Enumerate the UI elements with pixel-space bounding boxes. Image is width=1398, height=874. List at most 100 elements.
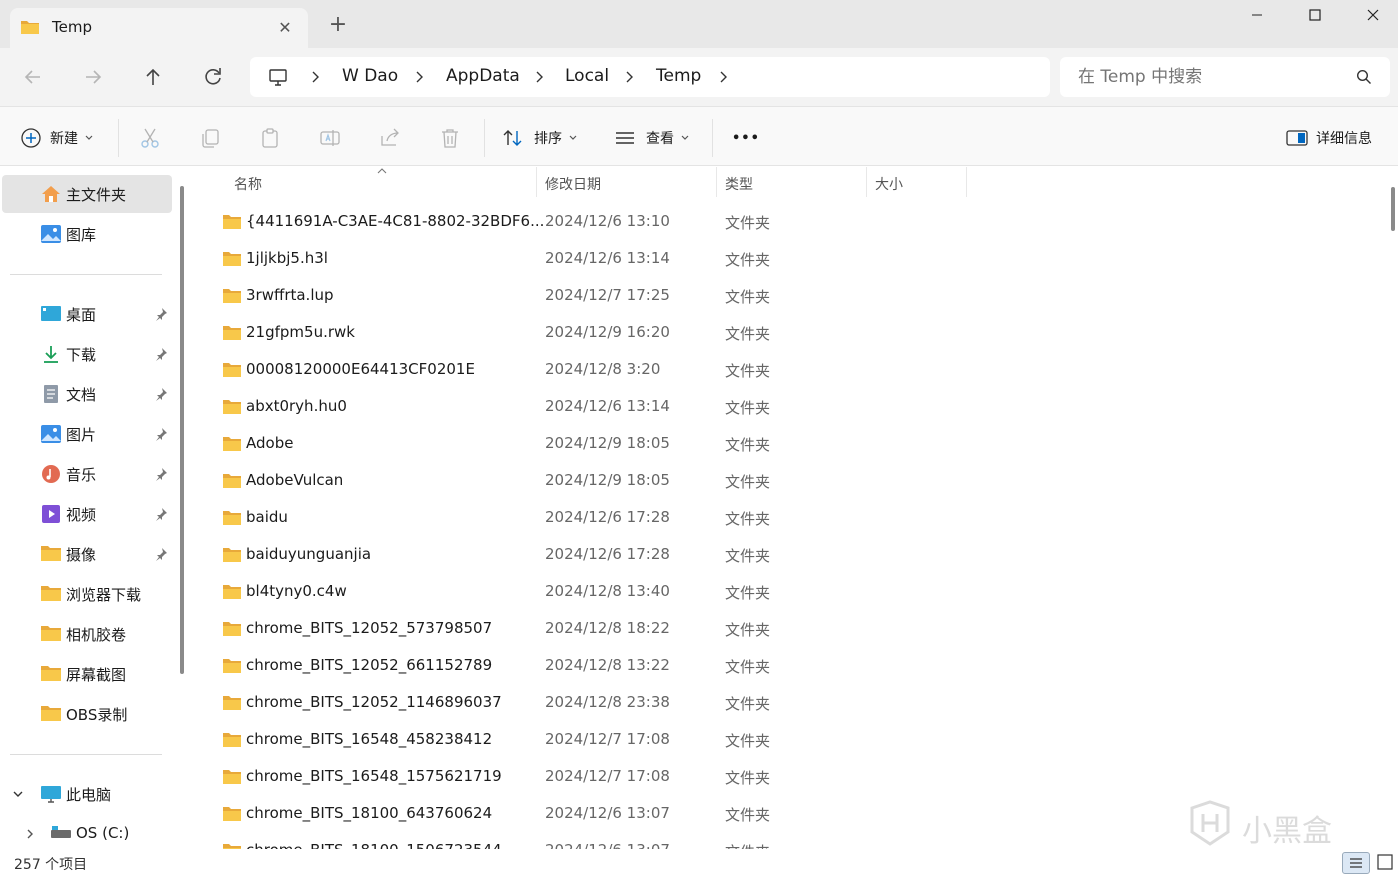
table-row[interactable]: 1jljkbj5.h3l 2024/12/6 13:14 文件夹 [192, 240, 1382, 277]
table-row[interactable]: chrome_BITS_12052_1146896037 2024/12/8 23… [192, 684, 1382, 721]
table-row[interactable]: chrome_BITS_16548_1575621719 2024/12/7 17… [192, 758, 1382, 795]
refresh-icon[interactable] [200, 64, 226, 90]
breadcrumb-local[interactable]: Local [565, 66, 609, 86]
more-options-button[interactable]: ••• [732, 125, 760, 151]
file-name[interactable]: chrome_BITS_12052_661152789 [246, 656, 492, 674]
new-button[interactable]: 新建 [20, 125, 94, 151]
file-name[interactable]: AdobeVulcan [246, 471, 343, 489]
sidebar-item-home[interactable]: 主文件夹 [2, 175, 172, 213]
table-row[interactable]: Adobe 2024/12/9 18:05 文件夹 [192, 425, 1382, 462]
table-row[interactable]: 3rwffrta.lup 2024/12/7 17:25 文件夹 [192, 277, 1382, 314]
chevron-right-icon[interactable] [622, 70, 636, 84]
table-row[interactable]: baidu 2024/12/6 17:28 文件夹 [192, 499, 1382, 536]
column-divider[interactable] [966, 167, 967, 197]
table-row[interactable]: chrome_BITS_12052_573798507 2024/12/8 18:… [192, 610, 1382, 647]
pin-icon[interactable] [154, 427, 168, 441]
close-tab-icon[interactable]: ✕ [274, 18, 296, 38]
column-header-name[interactable]: 名称 [234, 174, 262, 194]
file-name[interactable]: baidu [246, 508, 288, 526]
chevron-down-icon[interactable] [12, 788, 24, 800]
file-name[interactable]: abxt0ryh.hu0 [246, 397, 347, 415]
sidebar-item-gallery[interactable]: 图库 [2, 215, 172, 253]
sidebar-item-obs[interactable]: OBS录制 [2, 695, 172, 733]
sort-button[interactable]: 排序 [502, 125, 578, 151]
breadcrumb-w-dao[interactable]: W Dao [342, 66, 398, 86]
cut-icon[interactable] [138, 125, 162, 151]
file-name[interactable]: Adobe [246, 434, 293, 452]
column-divider[interactable] [536, 167, 537, 197]
tiles-view-icon[interactable] [1376, 853, 1394, 871]
maximize-button[interactable] [1286, 0, 1344, 32]
file-name[interactable]: 1jljkbj5.h3l [246, 249, 328, 267]
table-row[interactable]: abxt0ryh.hu0 2024/12/6 13:14 文件夹 [192, 388, 1382, 425]
new-tab-button[interactable]: + [326, 13, 350, 37]
pin-icon[interactable] [154, 547, 168, 561]
details-button[interactable]: 详细信息 [1286, 125, 1372, 151]
file-name[interactable]: {4411691A-C3AE-4C81-8802-32BDF6... [246, 212, 544, 230]
paste-icon[interactable] [258, 125, 282, 151]
file-name[interactable]: bl4tyny0.c4w [246, 582, 347, 600]
sidebar-item-videos[interactable]: 视频 [2, 495, 172, 533]
sidebar-item-browser-downloads[interactable]: 浏览器下载 [2, 575, 172, 613]
file-name[interactable]: chrome_BITS_12052_1146896037 [246, 693, 502, 711]
chevron-right-icon[interactable] [412, 70, 426, 84]
forward-arrow-icon[interactable] [80, 64, 106, 90]
tab-temp[interactable]: Temp ✕ [10, 8, 308, 48]
table-row[interactable]: bl4tyny0.c4w 2024/12/8 13:40 文件夹 [192, 573, 1382, 610]
sidebar-item-downloads[interactable]: 下载 [2, 335, 172, 373]
table-row[interactable]: 00008120000E64413CF0201E 2024/12/8 3:20 文件… [192, 351, 1382, 388]
chevron-right-icon[interactable] [308, 70, 322, 84]
table-row[interactable]: baiduyunguanjia 2024/12/6 17:28 文件夹 [192, 536, 1382, 573]
file-name[interactable]: 3rwffrta.lup [246, 286, 334, 304]
column-header-type[interactable]: 类型 [725, 174, 753, 194]
file-name[interactable]: chrome_BITS_12052_573798507 [246, 619, 492, 637]
table-row[interactable]: 21gfpm5u.rwk 2024/12/9 16:20 文件夹 [192, 314, 1382, 351]
chevron-right-icon[interactable] [716, 70, 730, 84]
rename-icon[interactable] [318, 125, 342, 151]
file-name[interactable]: 00008120000E64413CF0201E [246, 360, 475, 378]
details-view-icon[interactable] [1342, 852, 1370, 874]
file-name[interactable]: chrome_BITS_16548_458238412 [246, 730, 492, 748]
table-row[interactable]: chrome_BITS_12052_661152789 2024/12/8 13:… [192, 647, 1382, 684]
file-name[interactable]: 21gfpm5u.rwk [246, 323, 355, 341]
sidebar-item-drive-c[interactable]: OS (C:) [2, 815, 172, 853]
back-arrow-icon[interactable] [20, 64, 46, 90]
sidebar-item-camera[interactable]: 摄像 [2, 535, 172, 573]
column-header-date[interactable]: 修改日期 [545, 174, 601, 194]
file-name[interactable]: chrome_BITS_18100_643760624 [246, 804, 492, 822]
pin-icon[interactable] [154, 347, 168, 361]
sidebar-item-music[interactable]: 音乐 [2, 455, 172, 493]
file-name[interactable]: baiduyunguanjia [246, 545, 371, 563]
pin-icon[interactable] [154, 467, 168, 481]
sidebar-item-pictures[interactable]: 图片 [2, 415, 172, 453]
pin-icon[interactable] [154, 387, 168, 401]
search-box[interactable] [1060, 57, 1390, 97]
view-button[interactable]: 查看 [614, 125, 690, 151]
column-header-size[interactable]: 大小 [875, 174, 903, 194]
search-icon[interactable] [1356, 69, 1372, 85]
delete-icon[interactable] [438, 125, 462, 151]
breadcrumb-appdata[interactable]: AppData [446, 66, 520, 86]
search-input[interactable] [1078, 65, 1348, 89]
sidebar-item-desktop[interactable]: 桌面 [2, 295, 172, 333]
address-bar[interactable]: W Dao AppData Local Temp [250, 57, 1050, 97]
column-divider[interactable] [716, 167, 717, 197]
file-name[interactable]: chrome_BITS_18100_1506723544 [246, 841, 502, 849]
sidebar-scrollbar[interactable] [180, 186, 184, 674]
file-name[interactable]: chrome_BITS_16548_1575621719 [246, 767, 502, 785]
table-row[interactable]: chrome_BITS_16548_458238412 2024/12/7 17:… [192, 721, 1382, 758]
pin-icon[interactable] [154, 307, 168, 321]
sidebar-item-screenshots[interactable]: 屏幕截图 [2, 655, 172, 693]
chevron-right-icon[interactable] [24, 828, 36, 840]
sidebar-item-camera-roll[interactable]: 相机胶卷 [2, 615, 172, 653]
pin-icon[interactable] [154, 507, 168, 521]
sidebar-item-documents[interactable]: 文档 [2, 375, 172, 413]
share-icon[interactable] [378, 125, 402, 151]
sidebar-item-this-pc[interactable]: 此电脑 [2, 775, 172, 813]
copy-icon[interactable] [198, 125, 222, 151]
up-arrow-icon[interactable] [140, 64, 166, 90]
table-row[interactable]: AdobeVulcan 2024/12/9 18:05 文件夹 [192, 462, 1382, 499]
table-row[interactable]: {4411691A-C3AE-4C81-8802-32BDF6... 2024/1… [192, 203, 1382, 240]
chevron-right-icon[interactable] [532, 70, 546, 84]
breadcrumb-temp[interactable]: Temp [656, 66, 701, 86]
